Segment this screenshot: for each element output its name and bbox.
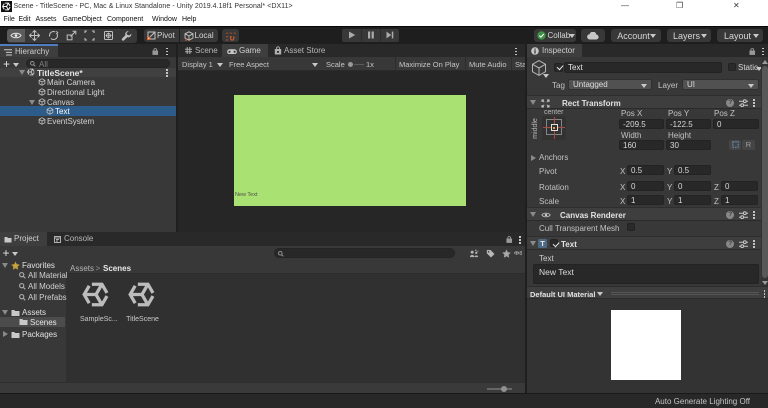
svg-text:8: 8 (519, 251, 522, 257)
